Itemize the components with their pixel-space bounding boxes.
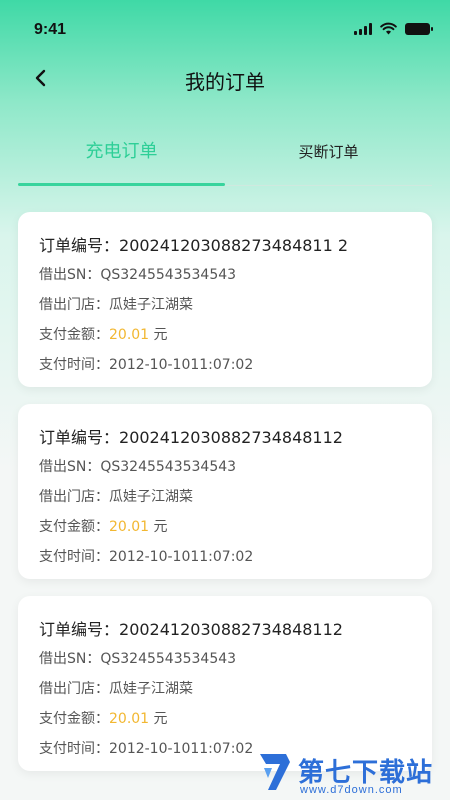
sn-row: 借出SN：QS3245543534543 [39,264,236,284]
order-number-label: 订单编号： [39,236,120,255]
sn-row: 借出SN：QS3245543534543 [39,456,236,476]
amount-value: 20.01 [109,711,150,727]
order-number-value: 2002412030882734848112 [119,428,343,447]
order-number-value: 2002412030882734848112 [119,620,343,639]
sn-row: 借出SN：QS3245543534543 [39,648,236,668]
order-number-value: 200241203088273484811 2 [119,236,349,255]
amount-row: 支付金额：20.01 元 [39,708,168,728]
amount-label: 支付金额： [39,711,109,727]
pay-time-label: 支付时间： [39,549,109,565]
amount-label: 支付金额： [39,327,109,343]
sn-label: 借出SN： [39,267,101,283]
watermark-url: www.d7down.com [300,784,403,796]
order-number-row: 订单编号：200241203088273484811 2 [39,232,348,256]
amount-unit: 元 [149,327,168,343]
sn-value: QS3245543534543 [100,651,237,667]
order-number-row: 订单编号：2002412030882734848112 [39,616,343,640]
pay-time-label: 支付时间： [39,357,109,373]
pay-time-label: 支付时间： [39,741,109,757]
store-row: 借出门店：瓜娃子江湖菜 [39,294,193,314]
pay-time-value: 2012-10-1011:07:02 [109,741,254,757]
store-row: 借出门店：瓜娃子江湖菜 [39,486,193,506]
store-label: 借出门店： [39,297,109,313]
navigation-bar: 我的订单 [0,58,450,98]
amount-value: 20.01 [109,519,150,535]
store-label: 借出门店： [39,489,109,505]
page-title: 我的订单 [185,70,265,94]
order-card[interactable]: 订单编号：2002412030882734848112 借出SN：QS32455… [18,596,432,771]
status-bar: 9:41 [0,0,450,58]
pay-time-row: 支付时间：2012-10-1011:07:02 [39,546,253,566]
store-value: 瓜娃子江湖菜 [109,681,193,697]
store-label: 借出门店： [39,681,109,697]
pay-time-row: 支付时间：2012-10-1011:07:02 [39,738,253,758]
order-tabs: 充电订单 买断订单 [18,128,432,186]
order-card[interactable]: 订单编号：2002412030882734848112 借出SN：QS32455… [18,404,432,579]
store-value: 瓜娃子江湖菜 [109,297,193,313]
store-value: 瓜娃子江湖菜 [109,489,193,505]
tab-charging-orders[interactable]: 充电订单 [18,128,225,186]
cellular-signal-icon [354,22,372,35]
store-row: 借出门店：瓜娃子江湖菜 [39,678,193,698]
order-number-label: 订单编号： [39,428,120,447]
site-watermark: 第七下载站 www.d7down.com [258,750,448,800]
amount-unit: 元 [149,711,168,727]
order-number-label: 订单编号： [39,620,120,639]
amount-unit: 元 [149,519,168,535]
status-icons [354,22,433,35]
pay-time-row: 支付时间：2012-10-1011:07:02 [39,354,253,374]
battery-icon [405,22,433,35]
sn-value: QS3245543534543 [100,459,237,475]
pay-time-value: 2012-10-1011:07:02 [109,549,254,565]
status-time: 9:41 [34,21,67,38]
amount-label: 支付金额： [39,519,109,535]
amount-row: 支付金额：20.01 元 [39,516,168,536]
tab-buyout-orders[interactable]: 买断订单 [225,128,432,186]
amount-value: 20.01 [109,327,150,343]
pay-time-value: 2012-10-1011:07:02 [109,357,254,373]
amount-row: 支付金额：20.01 元 [39,324,168,344]
order-number-row: 订单编号：2002412030882734848112 [39,424,343,448]
order-card[interactable]: 订单编号：200241203088273484811 2 借出SN：QS3245… [18,212,432,387]
watermark-logo-icon [260,754,290,790]
wifi-icon [380,22,397,35]
sn-label: 借出SN： [39,651,101,667]
active-tab-indicator [18,183,225,186]
sn-label: 借出SN： [39,459,101,475]
sn-value: QS3245543534543 [100,267,237,283]
